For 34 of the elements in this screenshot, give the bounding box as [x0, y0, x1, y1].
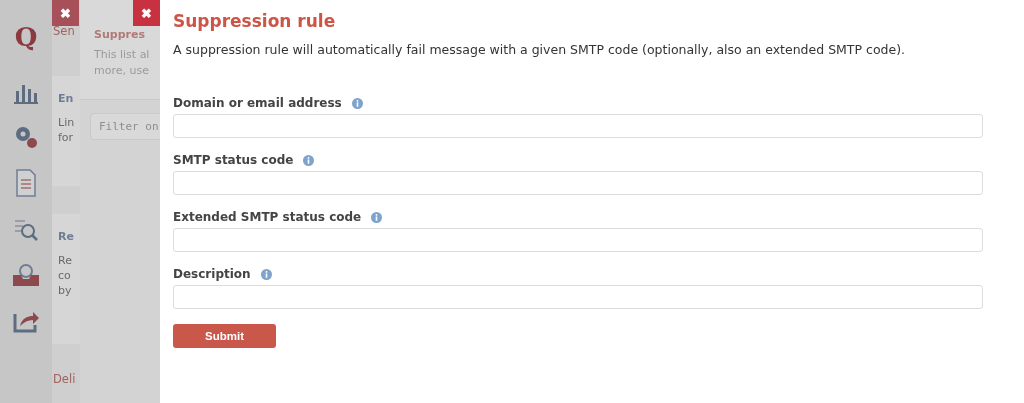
field-label: Extended SMTP status code: [173, 210, 362, 224]
info-icon[interactable]: [260, 268, 272, 280]
panel-title: Suppres: [94, 28, 146, 41]
card-text: Re: [58, 253, 73, 268]
input-field[interactable]: [173, 114, 983, 138]
inbox-icon[interactable]: [12, 263, 40, 287]
card-text: co: [58, 268, 72, 283]
submit-button[interactable]: Submit: [173, 324, 276, 348]
card-text: for: [58, 130, 75, 145]
document-icon[interactable]: [15, 169, 37, 197]
input-field[interactable]: [173, 285, 983, 309]
close-button[interactable]: ✖: [133, 0, 160, 26]
info-icon[interactable]: [351, 97, 363, 109]
card-title: Re: [58, 230, 75, 243]
info-icon[interactable]: [303, 154, 315, 166]
info-icon[interactable]: [371, 211, 383, 223]
close-button[interactable]: ✖: [52, 0, 79, 26]
field-label: Domain or email address: [173, 96, 342, 110]
card-text: by: [58, 283, 73, 298]
input-field[interactable]: [173, 171, 983, 195]
input-field[interactable]: [173, 228, 983, 252]
field-label: SMTP status code: [173, 153, 294, 167]
panel-title: Suppression rule: [173, 11, 337, 31]
panel-text: This list al: [94, 47, 151, 63]
page-heading: Sen: [52, 24, 76, 40]
section-heading: Deli: [52, 372, 77, 388]
field-label: Description: [173, 267, 251, 281]
filter-field[interactable]: Filter on: [90, 113, 160, 140]
card-text: Lin: [58, 115, 76, 130]
gears-icon[interactable]: [13, 124, 39, 150]
panel-description: A suppression rule will automatically fail message with a given SMTP code (optionally, also an extended SMTP code).: [173, 42, 906, 57]
panel-text: more, use: [94, 63, 150, 79]
card-title: En: [58, 92, 75, 105]
app-logo[interactable]: Q: [14, 22, 38, 52]
